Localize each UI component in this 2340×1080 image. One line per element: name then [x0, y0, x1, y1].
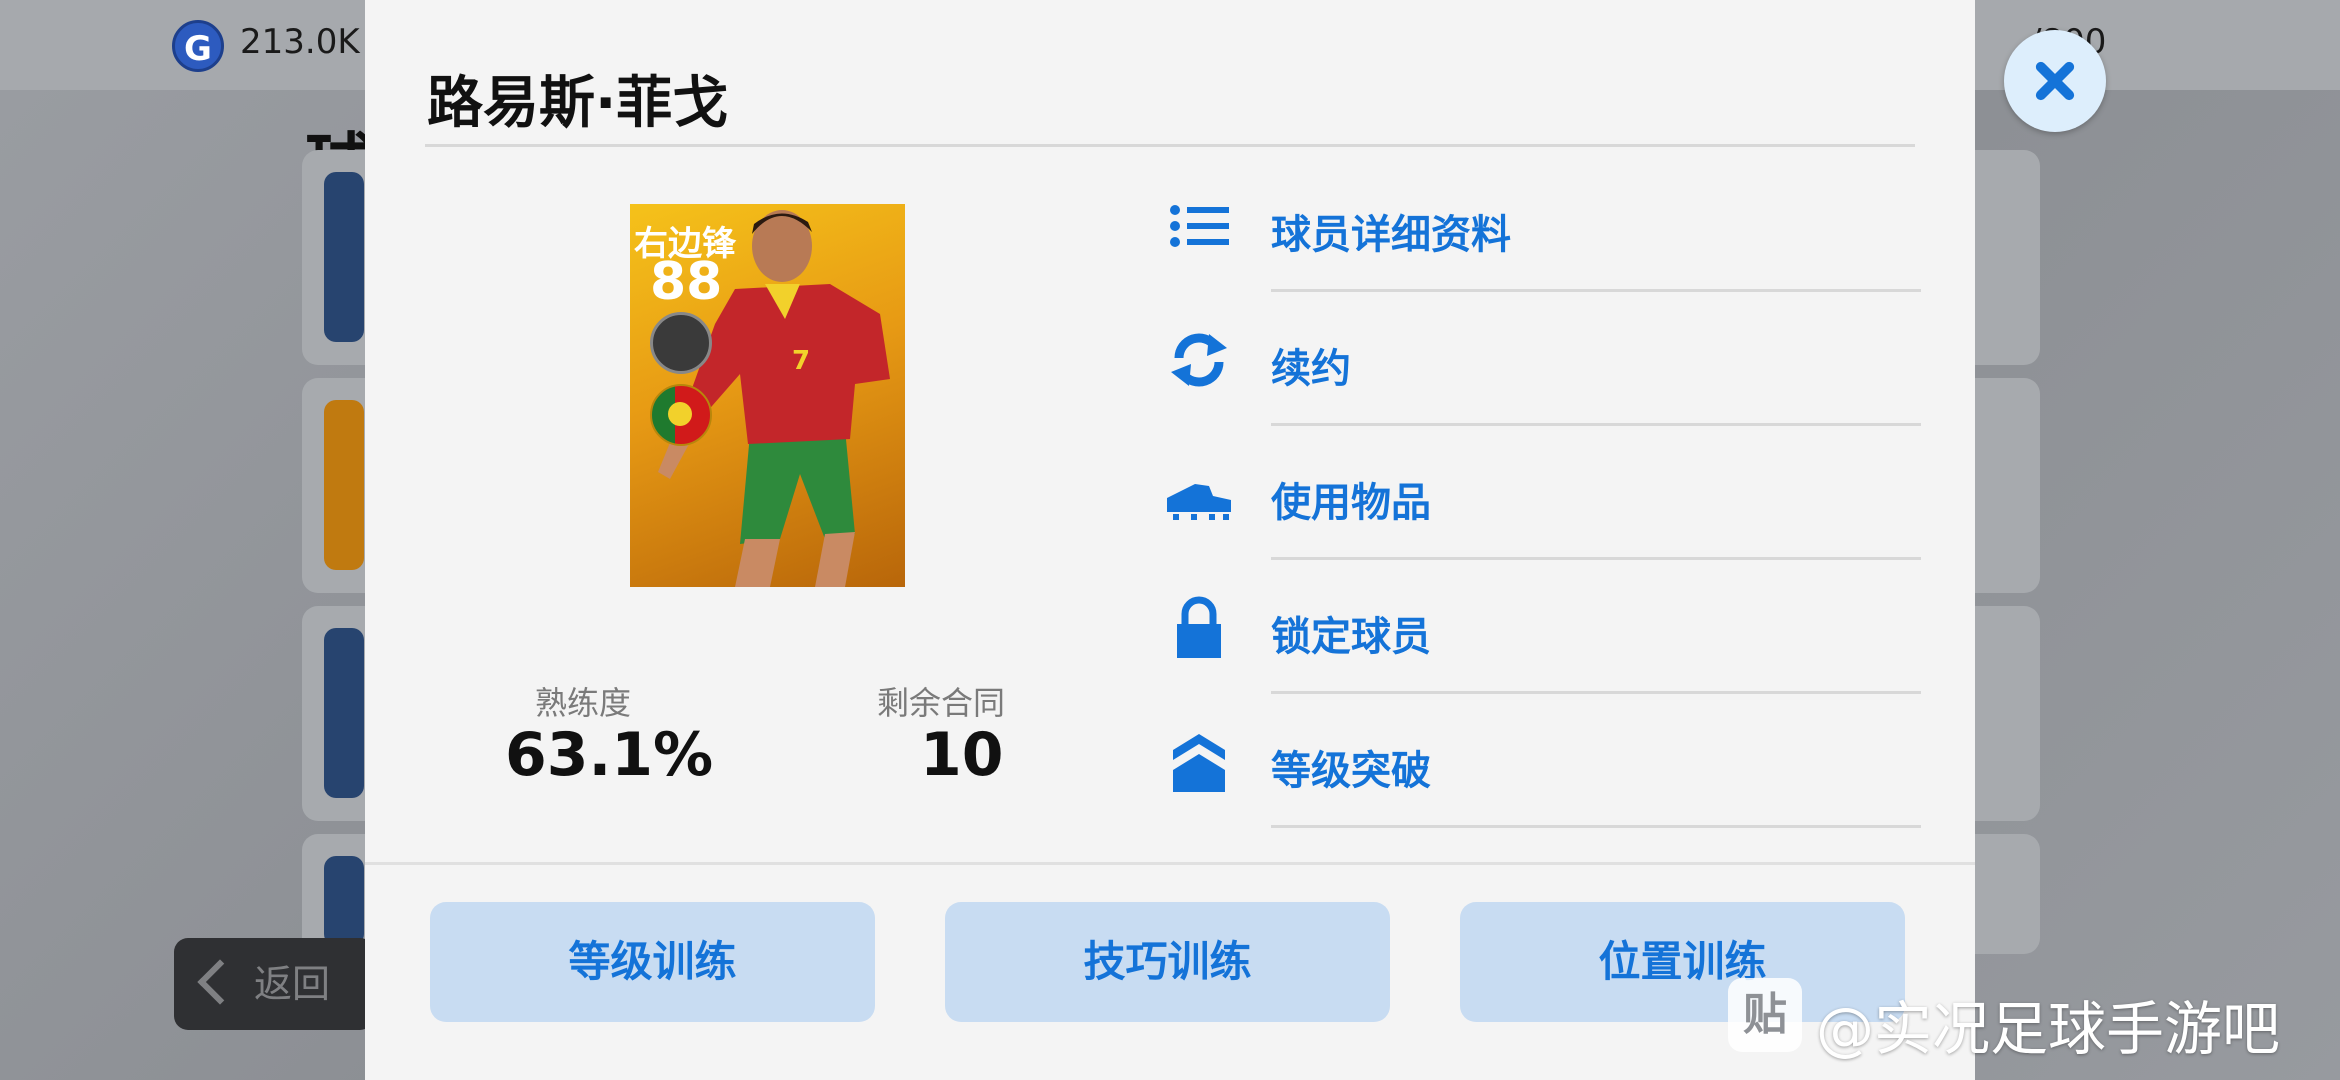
mini-card [324, 856, 364, 946]
dialog-title: 路易斯·菲戈 [427, 71, 729, 136]
menu-renew-contract[interactable]: 续约 [1165, 292, 1935, 426]
card-rating: 88 [650, 252, 723, 312]
mini-card [324, 400, 364, 570]
jersey-number: 7 [792, 346, 811, 376]
divider [425, 144, 1915, 147]
level-training-button[interactable]: 等级训练 [430, 902, 875, 1022]
menu-label: 锁定球员 [1271, 614, 1431, 660]
mini-card [324, 628, 364, 798]
back-button[interactable]: 返回 [174, 938, 374, 1030]
boot-icon [1167, 484, 1231, 520]
menu-player-details[interactable]: 球员详细资料 [1165, 158, 1935, 292]
player-options-dialog: 路易斯·菲戈 右边锋 88 7 熟练度 63.1% 剩余合同 10 球员详细资料… [365, 0, 1975, 1080]
menu-level-breakthrough[interactable]: 等级突破 [1165, 694, 1935, 828]
back-label: 返回 [254, 962, 331, 1006]
watermark-text: @实况足球手游吧 [1816, 995, 2281, 1063]
menu-label: 续约 [1271, 346, 1351, 392]
menu-label: 球员详细资料 [1271, 212, 1511, 258]
lock-icon [1177, 596, 1221, 658]
menu-label: 使用物品 [1271, 480, 1431, 526]
list-icon [1170, 205, 1229, 247]
menu-lock-player[interactable]: 锁定球员 [1165, 560, 1935, 694]
proficiency-value: 63.1% [505, 720, 714, 790]
contract-label: 剩余合同 [877, 684, 1006, 722]
mini-card [324, 172, 364, 342]
player-card: 右边锋 88 7 [630, 204, 905, 587]
skill-training-button[interactable]: 技巧训练 [945, 902, 1390, 1022]
menu-use-item[interactable]: 使用物品 [1165, 426, 1935, 560]
tieba-logo-icon: 贴 [1728, 978, 1802, 1052]
divider [365, 862, 1975, 865]
level-up-icon [1173, 734, 1225, 792]
proficiency-label: 熟练度 [535, 684, 632, 722]
gp-coin-icon: G [172, 20, 224, 72]
contract-value: 10 [920, 720, 1004, 790]
chevron-left-icon [197, 959, 243, 1005]
menu-label: 等级突破 [1271, 748, 1431, 794]
divider [1271, 825, 1921, 828]
close-button[interactable] [2004, 30, 2106, 132]
refresh-icon [1171, 333, 1227, 387]
card-type-badge-icon [650, 312, 712, 374]
portugal-flag-icon [650, 384, 712, 446]
coin-amount: 213.0K [240, 22, 360, 62]
